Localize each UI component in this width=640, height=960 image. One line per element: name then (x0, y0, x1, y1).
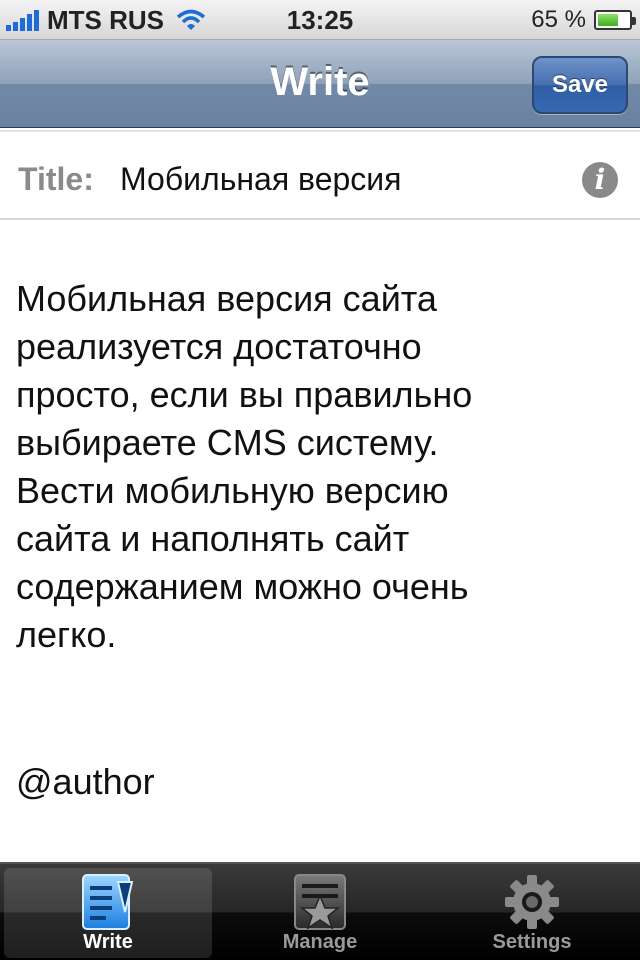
navigation-bar: Write Save (0, 40, 640, 128)
body-line: сайта и наполнять сайт (16, 518, 410, 559)
title-label: Title: (18, 161, 94, 197)
title-field-row[interactable]: Title: Мобильная версия i (0, 130, 640, 220)
author-signature: @author (16, 761, 155, 802)
settings-icon (505, 875, 559, 929)
tab-write[interactable]: Write (4, 868, 212, 958)
battery-fill (598, 14, 618, 26)
tab-settings[interactable]: Settings (428, 868, 636, 958)
status-bar: MTS RUS 13:25 65 % (0, 0, 640, 40)
title-input[interactable]: Мобильная версия (120, 132, 401, 226)
body-line: Вести мобильную версию (16, 470, 449, 511)
battery-icon (594, 10, 636, 30)
write-icon (82, 874, 134, 930)
save-button[interactable]: Save (532, 56, 628, 114)
body-line: выбираете CMS систему. (16, 422, 439, 463)
tab-label: Settings (492, 931, 572, 953)
body-line: Мобильная версия сайта (16, 278, 437, 319)
status-right: 65 % (531, 0, 636, 40)
manage-icon (294, 874, 346, 930)
body-line: реализуется достаточно (16, 326, 422, 367)
body-line: содержанием можно очень (16, 566, 469, 607)
body-line: легко. (16, 614, 117, 655)
tab-label: Write (83, 931, 133, 953)
tab-label: Manage (282, 931, 358, 953)
battery-percent: 65 % (531, 6, 586, 33)
tab-manage[interactable]: Manage (216, 868, 424, 958)
post-body-editor[interactable]: Мобильная версия сайта реализуется доста… (16, 275, 626, 659)
info-icon[interactable]: i (582, 162, 618, 198)
body-line: просто, если вы правильно (16, 374, 473, 415)
tab-bar: Write Manage Settings (0, 862, 640, 960)
